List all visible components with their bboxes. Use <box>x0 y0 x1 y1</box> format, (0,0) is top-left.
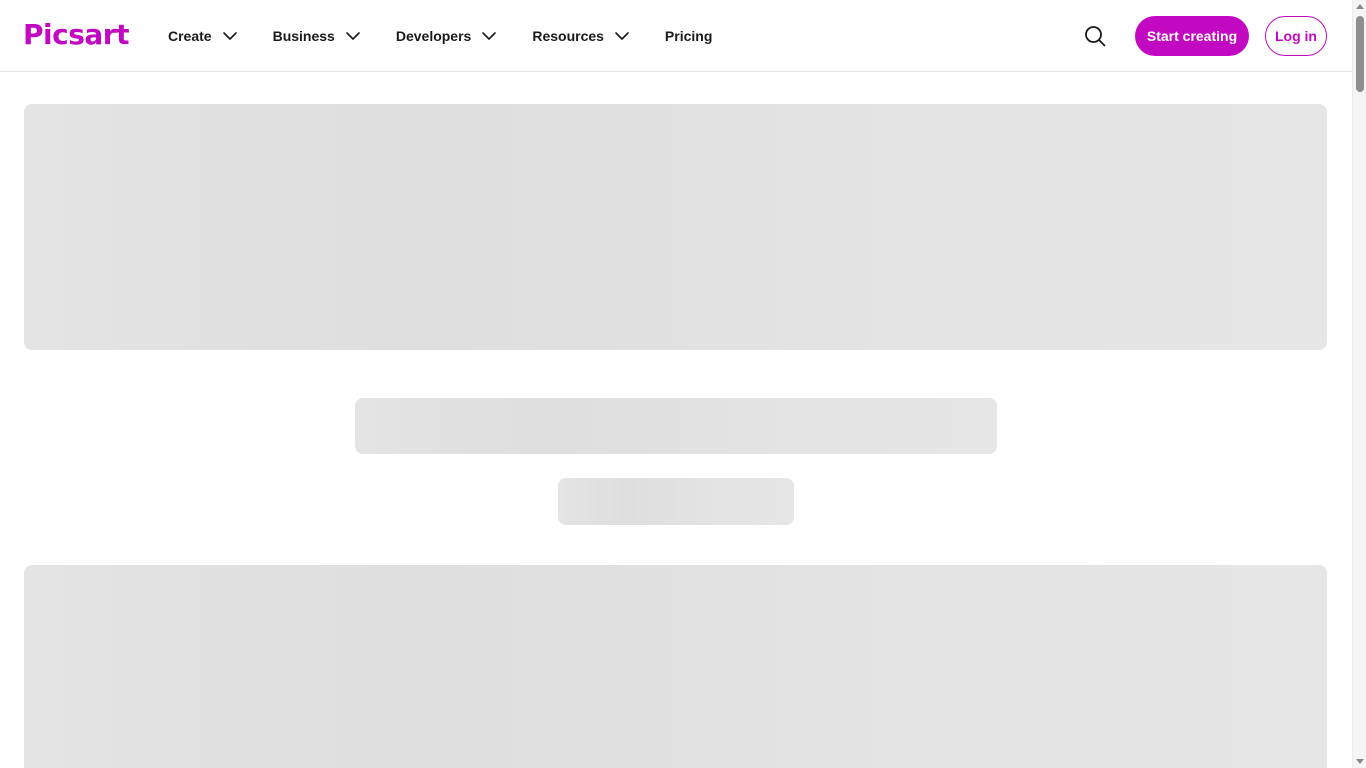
nav-item-business[interactable]: Business <box>273 22 361 50</box>
nav-item-pricing[interactable]: Pricing <box>665 22 712 50</box>
picsart-logo[interactable]: Picsart <box>23 18 129 52</box>
vertical-scrollbar[interactable] <box>1352 0 1366 768</box>
section-skeleton <box>24 565 1327 768</box>
nav-item-developers[interactable]: Developers <box>396 22 497 50</box>
main-nav: Create Business Developers Resources Pri… <box>168 22 712 50</box>
site-header: Picsart Create Business Developers Resou… <box>0 0 1352 72</box>
scroll-down-arrow-icon[interactable] <box>1356 759 1364 764</box>
nav-item-label: Create <box>168 28 212 44</box>
scroll-up-arrow-icon[interactable] <box>1356 4 1364 9</box>
chevron-down-icon <box>222 32 237 40</box>
chevron-down-icon <box>346 32 360 40</box>
nav-item-resources[interactable]: Resources <box>532 22 630 50</box>
button-skeleton <box>558 478 794 525</box>
nav-item-create[interactable]: Create <box>168 22 238 50</box>
nav-item-label: Pricing <box>664 28 713 44</box>
nav-item-label: Business <box>272 28 335 44</box>
chevron-down-icon <box>615 32 629 40</box>
scrollbar-thumb[interactable] <box>1356 16 1364 92</box>
title-skeleton <box>355 398 997 454</box>
chevron-down-icon <box>482 32 497 40</box>
start-creating-button[interactable]: Start creating <box>1135 16 1249 56</box>
log-in-button[interactable]: Log in <box>1265 16 1327 56</box>
nav-item-label: Resources <box>532 28 604 44</box>
nav-item-label: Developers <box>395 28 472 44</box>
page: Picsart Create Business Developers Resou… <box>0 0 1366 768</box>
search-icon[interactable] <box>1083 24 1107 48</box>
hero-skeleton <box>24 104 1327 350</box>
